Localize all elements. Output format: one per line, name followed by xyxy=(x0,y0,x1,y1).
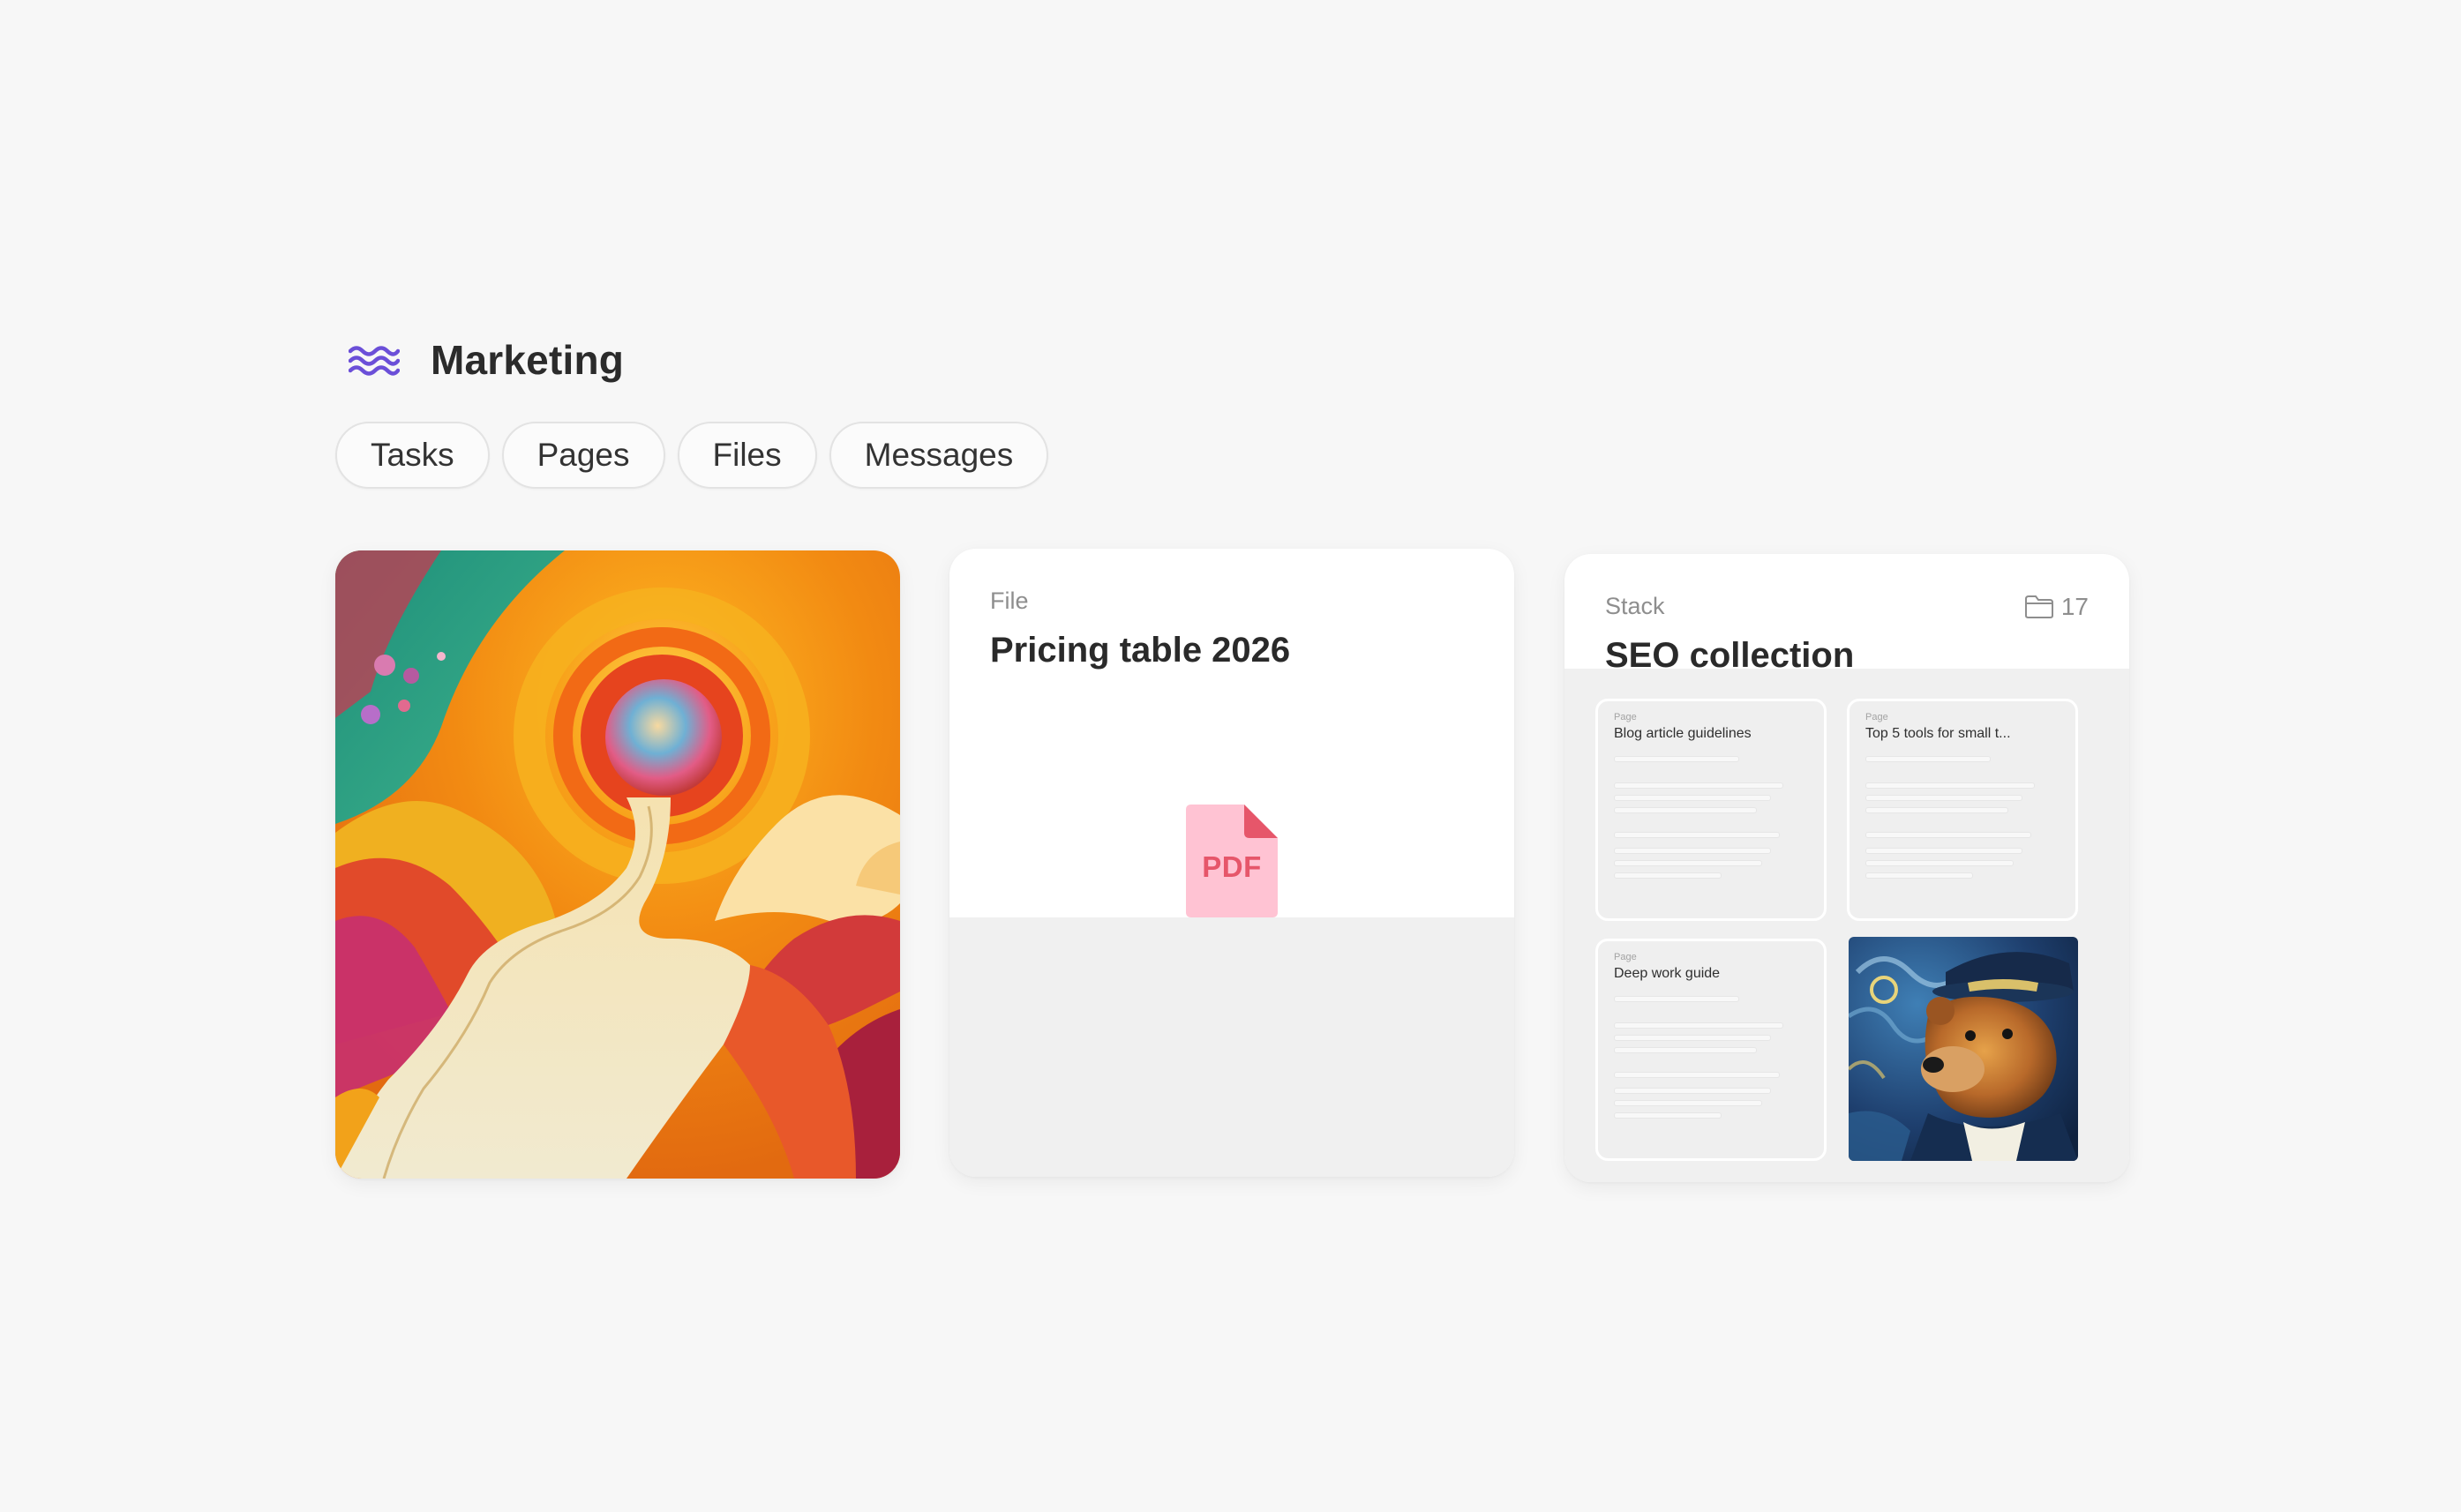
placeholder-line xyxy=(1614,1047,1757,1053)
card-grid: File Pricing table 2026 PDF Stack SEO co… xyxy=(335,549,2135,1194)
placeholder-line xyxy=(1865,860,2014,866)
stack-item-title: Top 5 tools for small t... xyxy=(1865,726,2011,741)
tab-messages[interactable]: Messages xyxy=(829,422,1049,489)
file-card-title: Pricing table 2026 xyxy=(990,631,1291,670)
placeholder-line xyxy=(1614,1035,1771,1041)
file-preview-area xyxy=(949,917,1514,1177)
tab-files[interactable]: Files xyxy=(677,422,817,489)
placeholder-line xyxy=(1614,860,1762,866)
file-card-header: File Pricing table 2026 xyxy=(949,549,1514,670)
winding-road-painting xyxy=(335,550,900,1179)
image-card[interactable] xyxy=(335,550,900,1179)
stack-item-title: Blog article guidelines xyxy=(1614,726,1752,741)
stack-item-kind: Page xyxy=(1865,712,1888,722)
stack-item-count: 17 xyxy=(2024,593,2089,621)
placeholder-line xyxy=(1865,872,1973,879)
bear-painting-thumbnail xyxy=(1849,937,2078,1161)
placeholder-line xyxy=(1614,756,1739,762)
stack-item-title: Deep work guide xyxy=(1614,966,1721,981)
file-card[interactable]: File Pricing table 2026 PDF xyxy=(949,549,1514,1177)
placeholder-line xyxy=(1614,832,1780,838)
stack-item-image[interactable] xyxy=(1849,937,2078,1161)
placeholder-line xyxy=(1614,1072,1780,1078)
placeholder-line xyxy=(1614,795,1771,801)
stack-item-page[interactable]: Page Blog article guidelines xyxy=(1595,699,1827,921)
wave-logo-icon xyxy=(348,342,401,378)
placeholder-line xyxy=(1614,782,1783,789)
stack-preview-grid: Page Blog article guidelines Page Top 5 … xyxy=(1564,669,2129,1182)
stack-card[interactable]: Stack SEO collection 17 Page Blog articl… xyxy=(1564,554,2129,1182)
stack-item-page[interactable]: Page Top 5 tools for small t... xyxy=(1847,699,2078,921)
placeholder-line xyxy=(1614,848,1771,854)
pdf-label: PDF xyxy=(1202,850,1262,883)
placeholder-line xyxy=(1614,1088,1771,1094)
placeholder-line xyxy=(1614,1112,1722,1119)
placeholder-line xyxy=(1614,996,1739,1002)
stack-count-value: 17 xyxy=(2060,593,2089,620)
placeholder-line xyxy=(1865,756,1991,762)
placeholder-line xyxy=(1865,848,2022,854)
tab-tasks[interactable]: Tasks xyxy=(335,422,490,489)
placeholder-line xyxy=(1614,807,1757,813)
placeholder-line xyxy=(1614,1100,1762,1106)
placeholder-line xyxy=(1865,832,2031,838)
placeholder-line xyxy=(1614,872,1722,879)
tab-pages[interactable]: Pages xyxy=(501,422,665,489)
stack-item-kind: Page xyxy=(1614,952,1637,962)
file-card-kind: File xyxy=(990,588,1029,614)
placeholder-line xyxy=(1865,782,2035,789)
pdf-file-icon: PDF xyxy=(1186,805,1278,917)
placeholder-line xyxy=(1614,1022,1783,1029)
tab-bar: Tasks Pages Files Messages xyxy=(335,422,2135,489)
folder-icon xyxy=(2024,595,2053,618)
workspace: Marketing Tasks Pages Files Messages Fil… xyxy=(335,328,2135,1194)
page-title: Marketing xyxy=(431,337,625,383)
stack-card-kind: Stack xyxy=(1605,593,1665,619)
placeholder-line xyxy=(1865,795,2022,801)
workspace-header: Marketing xyxy=(335,328,2135,392)
stack-item-kind: Page xyxy=(1614,712,1637,722)
placeholder-line xyxy=(1865,807,2008,813)
stack-item-page[interactable]: Page Deep work guide xyxy=(1595,939,1827,1161)
